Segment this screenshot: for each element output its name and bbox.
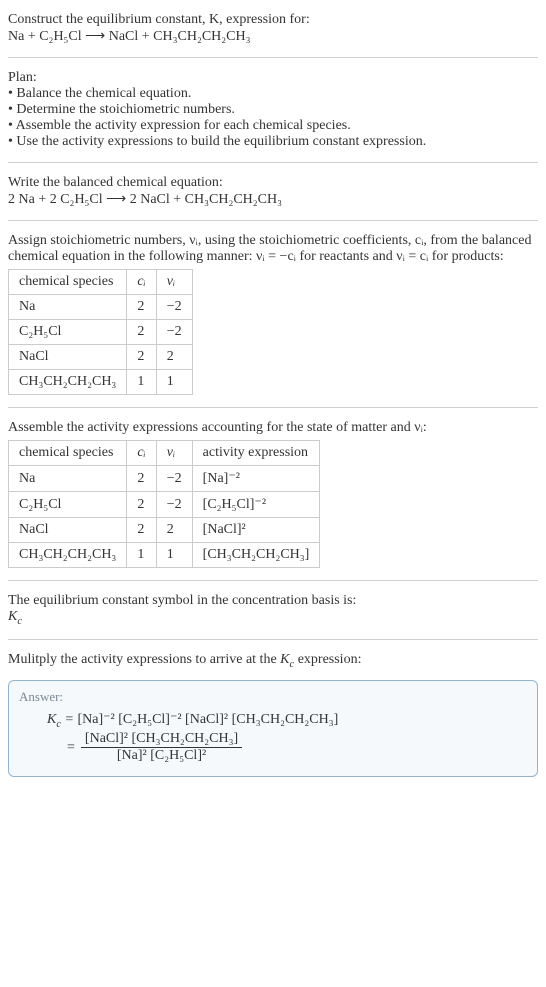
divider: [8, 162, 538, 163]
activity-table: chemical species cᵢ νᵢ activity expressi…: [8, 440, 320, 568]
answer-line-2: Kc = [NaCl]² [CH₃CH₂CH₂CH₃] [Na]² [C₂H₅C…: [47, 731, 527, 764]
stoich-section: Assign stoichiometric numbers, νᵢ, using…: [8, 227, 538, 401]
answer-line-1: Kc = [Na]⁻² [C₂H₅Cl]⁻² [NaCl]² [CH₃CH₂CH…: [47, 711, 527, 730]
table-row: Na 2 −2 [Na]⁻²: [9, 466, 320, 492]
col-ci: cᵢ: [127, 441, 156, 466]
plan-section: Plan: • Balance the chemical equation. •…: [8, 64, 538, 156]
cell-species: Na: [9, 295, 127, 320]
multiply-section: Mulitply the activity expressions to arr…: [8, 646, 538, 676]
divider: [8, 639, 538, 640]
cell-ci: 2: [127, 320, 156, 345]
stoich-intro: Assign stoichiometric numbers, νᵢ, using…: [8, 233, 538, 265]
kc-rhs-1: [Na]⁻² [C₂H₅Cl]⁻² [NaCl]² [CH₃CH₂CH₂CH₃]: [77, 712, 338, 727]
kc-symbol-intro: The equilibrium constant symbol in the c…: [8, 593, 538, 609]
answer-label: Answer:: [19, 689, 527, 705]
equals: =: [67, 740, 75, 756]
balanced-eq: 2 Na + 2 C₂H₅Cl ⟶ 2 NaCl + CH₃CH₂CH₂CH₃: [8, 191, 538, 208]
cell-activity: [CH₃CH₂CH₂CH₃]: [192, 543, 320, 568]
kc-symbol: Kc: [8, 609, 538, 627]
cell-vi: −2: [156, 492, 192, 518]
plan-bullet: • Balance the chemical equation.: [8, 86, 538, 102]
cell-vi: 1: [156, 543, 192, 568]
cell-activity: [Na]⁻²: [192, 466, 320, 492]
table-row: C₂H₅Cl 2 −2 [C₂H₅Cl]⁻²: [9, 492, 320, 518]
prompt-line-2: Na + C₂H₅Cl ⟶ NaCl + CH₃CH₂CH₂CH₃: [8, 28, 538, 45]
balanced-eq-intro: Write the balanced chemical equation:: [8, 175, 538, 191]
table-row: CH₃CH₂CH₂CH₃ 1 1 [CH₃CH₂CH₂CH₃]: [9, 543, 320, 568]
prompt-line-1: Construct the equilibrium constant, K, e…: [8, 12, 538, 28]
kc-symbol-section: The equilibrium constant symbol in the c…: [8, 587, 538, 633]
table-row: Na 2 −2: [9, 295, 193, 320]
cell-species: CH₃CH₂CH₂CH₃: [9, 543, 127, 568]
plan-bullet: • Use the activity expressions to build …: [8, 134, 538, 150]
cell-ci: 1: [127, 370, 156, 395]
cell-species: NaCl: [9, 345, 127, 370]
cell-species: Na: [9, 466, 127, 492]
cell-ci: 2: [127, 518, 156, 543]
cell-ci: 2: [127, 466, 156, 492]
kc-lhs: Kc =: [47, 712, 77, 727]
cell-vi: −2: [156, 295, 192, 320]
cell-activity: [C₂H₅Cl]⁻²: [192, 492, 320, 518]
divider: [8, 407, 538, 408]
table-row: NaCl 2 2: [9, 345, 193, 370]
table-row: CH₃CH₂CH₂CH₃ 1 1: [9, 370, 193, 395]
table-row: C₂H₅Cl 2 −2: [9, 320, 193, 345]
stoich-table: chemical species cᵢ νᵢ Na 2 −2 C₂H₅Cl 2 …: [8, 269, 193, 395]
col-vi: νᵢ: [156, 270, 192, 295]
cell-species: C₂H₅Cl: [9, 320, 127, 345]
divider: [8, 220, 538, 221]
cell-ci: 2: [127, 492, 156, 518]
answer-content: Kc = [Na]⁻² [C₂H₅Cl]⁻² [NaCl]² [CH₃CH₂CH…: [19, 711, 527, 765]
cell-vi: −2: [156, 320, 192, 345]
plan-bullet: • Determine the stoichiometric numbers.: [8, 102, 538, 118]
col-ci: cᵢ: [127, 270, 156, 295]
col-vi: νᵢ: [156, 441, 192, 466]
cell-species: NaCl: [9, 518, 127, 543]
cell-species: CH₃CH₂CH₂CH₃: [9, 370, 127, 395]
cell-ci: 2: [127, 295, 156, 320]
answer-fraction: [NaCl]² [CH₃CH₂CH₂CH₃] [Na]² [C₂H₅Cl]²: [81, 731, 242, 764]
answer-box: Answer: Kc = [Na]⁻² [C₂H₅Cl]⁻² [NaCl]² […: [8, 680, 538, 778]
cell-species: C₂H₅Cl: [9, 492, 127, 518]
cell-ci: 2: [127, 345, 156, 370]
multiply-intro: Mulitply the activity expressions to arr…: [8, 652, 538, 670]
cell-vi: 1: [156, 370, 192, 395]
cell-vi: 2: [156, 345, 192, 370]
cell-ci: 1: [127, 543, 156, 568]
col-species: chemical species: [9, 270, 127, 295]
cell-activity: [NaCl]²: [192, 518, 320, 543]
table-row: NaCl 2 2 [NaCl]²: [9, 518, 320, 543]
activity-intro: Assemble the activity expressions accoun…: [8, 420, 538, 436]
cell-vi: 2: [156, 518, 192, 543]
plan-title: Plan:: [8, 70, 538, 86]
activity-section: Assemble the activity expressions accoun…: [8, 414, 538, 574]
plan-bullet: • Assemble the activity expression for e…: [8, 118, 538, 134]
cell-vi: −2: [156, 466, 192, 492]
divider: [8, 580, 538, 581]
col-species: chemical species: [9, 441, 127, 466]
balanced-eq-section: Write the balanced chemical equation: 2 …: [8, 169, 538, 214]
fraction-numerator: [NaCl]² [CH₃CH₂CH₂CH₃]: [81, 731, 242, 747]
table-header-row: chemical species cᵢ νᵢ activity expressi…: [9, 441, 320, 466]
fraction-denominator: [Na]² [C₂H₅Cl]²: [81, 747, 242, 764]
col-activity: activity expression: [192, 441, 320, 466]
prompt-section: Construct the equilibrium constant, K, e…: [8, 6, 538, 51]
divider: [8, 57, 538, 58]
table-header-row: chemical species cᵢ νᵢ: [9, 270, 193, 295]
